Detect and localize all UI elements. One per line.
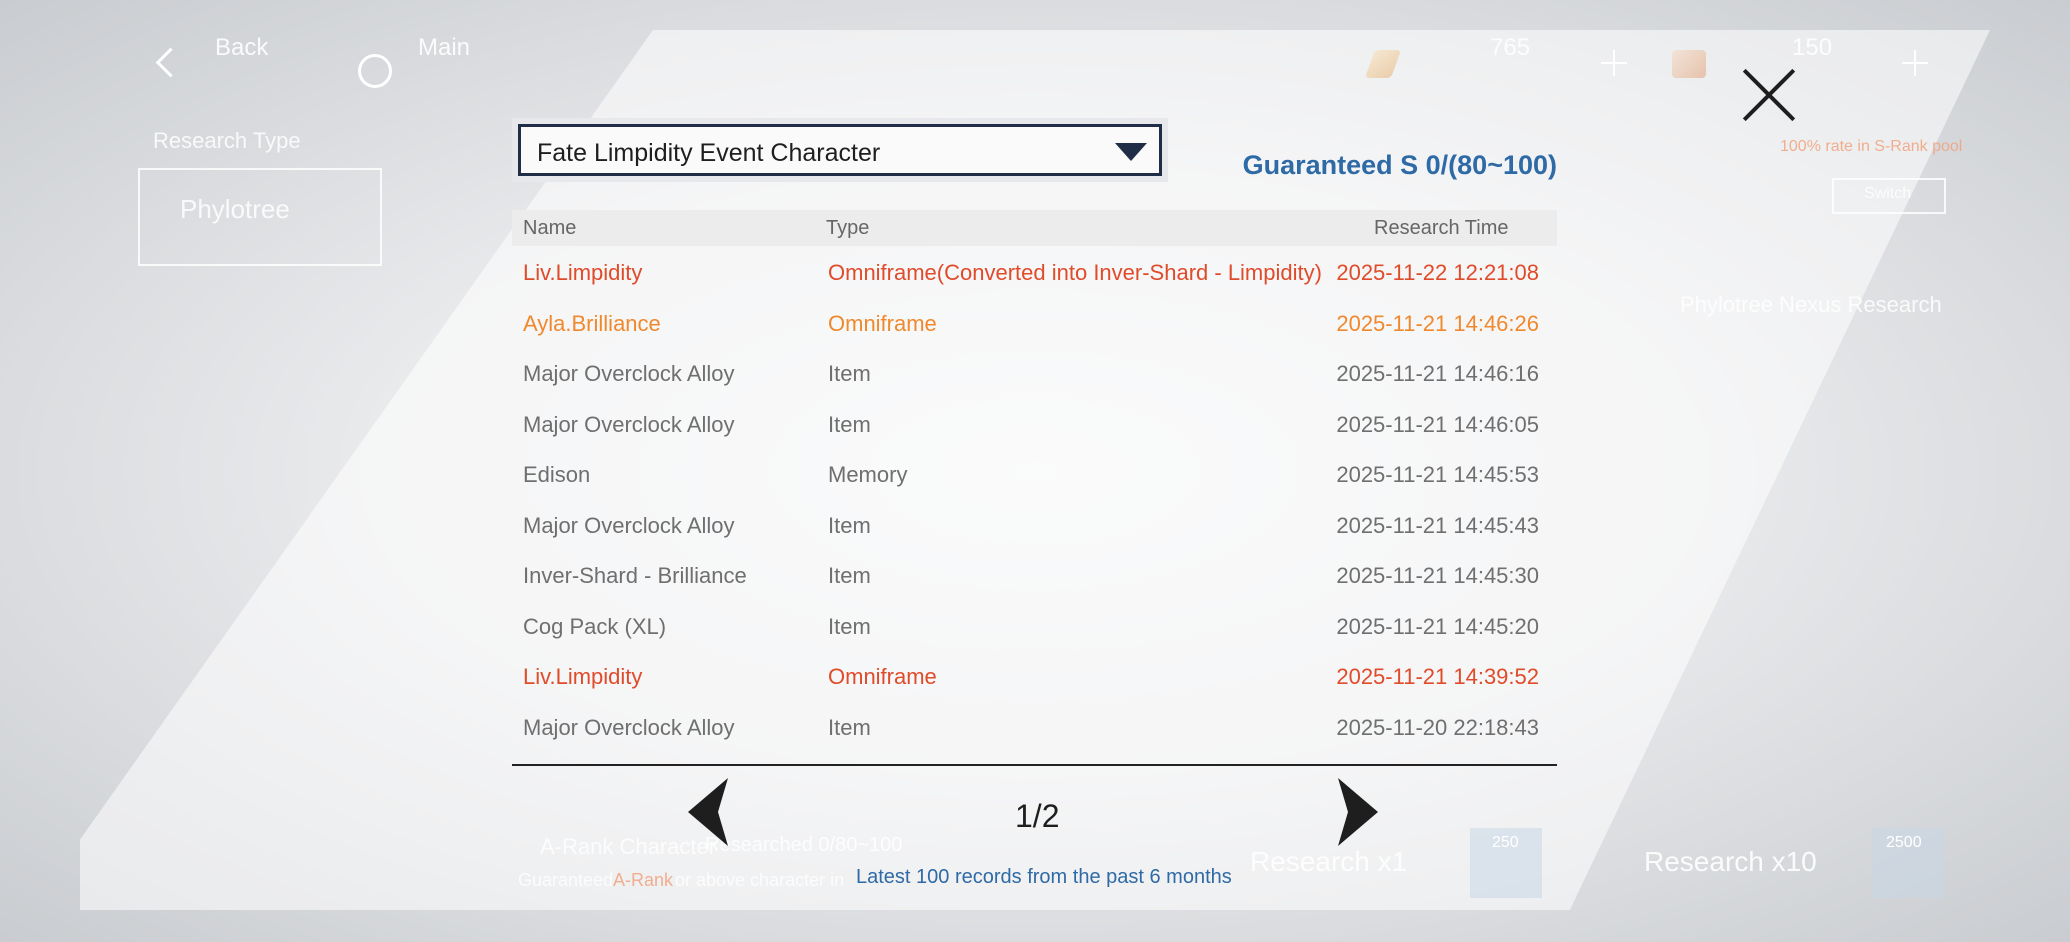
table-row: Major Overclock Alloy Item 2025-11-21 14:4… — [512, 499, 1557, 550]
record-type: Memory — [828, 462, 908, 487]
record-type: Item — [828, 613, 871, 639]
record-time: 2025-11-22 12:21:08 — [1336, 260, 1539, 285]
records-footnote: Latest 100 records from the past 6 month… — [856, 866, 1232, 888]
record-name: Cog Pack (XL) — [523, 613, 667, 639]
record-time: 2025-11-21 14:45:43 — [1336, 512, 1539, 538]
switch-label: Switch — [1864, 185, 1912, 202]
record-name: Inver-Shard - Brilliance — [523, 563, 747, 588]
table-row: Major Overclock Alloy Item 2025-11-21 14:4… — [512, 347, 1557, 398]
research-x1-button[interactable]: Research x1 — [1250, 846, 1407, 878]
table-row: Ayla.Brilliance Omniframe 2025-11-21 14:46… — [512, 297, 1557, 348]
record-name: Liv.Limpidity — [523, 664, 643, 689]
record-name: Edison — [523, 462, 591, 487]
ticket-icon — [1672, 50, 1706, 78]
column-header-name: Name — [523, 217, 577, 239]
record-time: 2025-11-21 14:45:30 — [1336, 563, 1539, 588]
close-icon[interactable] — [1740, 66, 1798, 124]
dropdown-arrow-icon — [1115, 143, 1147, 161]
currency-2-value: 150 — [1792, 34, 1833, 61]
guaranteed-suffix: or above character in — [675, 870, 845, 890]
pool-card[interactable]: Phylotree — [138, 168, 382, 266]
research-x10-cost-tile: 2500 — [1872, 828, 1944, 898]
record-type: Omniframe — [828, 664, 937, 689]
switch-button[interactable]: Switch — [1832, 178, 1946, 214]
researched-text: Researched 0/80~100 — [705, 834, 903, 856]
research-x10-button[interactable]: Research x10 — [1644, 846, 1817, 878]
page-indicator: 1/2 — [1015, 798, 1060, 834]
record-time: 2025-11-20 22:18:43 — [1336, 714, 1539, 740]
chevron-right-icon — [1338, 778, 1378, 846]
table-body: Liv.Limpidity Omniframe(Converted into In… — [512, 246, 1557, 751]
record-type: Omniframe(Converted into Inver-Shard - L… — [828, 260, 1322, 285]
record-name: Ayla.Brilliance — [523, 310, 661, 336]
record-type: Item — [828, 411, 871, 437]
record-name: Major Overclock Alloy — [523, 411, 735, 437]
main-ring-icon[interactable] — [358, 54, 392, 88]
table-row: Cog Pack (XL) Item 2025-11-21 14:45:20 — [512, 600, 1557, 651]
record-type: Item — [828, 563, 871, 588]
table-row: Edison Memory 2025-11-21 14:45:53 — [512, 448, 1557, 499]
plus-icon[interactable] — [1601, 50, 1627, 76]
record-type: Item — [828, 714, 871, 740]
record-time: 2025-11-21 14:45:53 — [1336, 462, 1539, 487]
record-type: Item — [828, 512, 871, 538]
pool-select-dropdown[interactable]: Fate Limpidity Event Character — [512, 118, 1168, 182]
main-button-label[interactable]: Main — [418, 34, 470, 62]
currency-1-value: 765 — [1490, 34, 1531, 61]
research-type-label: Research Type — [153, 128, 301, 153]
table-row: Liv.Limpidity Omniframe 2025-11-21 14:39:5… — [512, 650, 1557, 701]
back-button-label[interactable]: Back — [215, 34, 268, 62]
next-page-button[interactable] — [1334, 778, 1378, 846]
research-x10-cost: 2500 — [1886, 834, 1922, 851]
guaranteed-counter: Guaranteed S 0/(80~100) — [1242, 150, 1557, 180]
guaranteed-prefix: Guaranteed — [518, 870, 614, 890]
a-rank-word: A-Rank — [613, 870, 674, 890]
research-x1-cost-tile: 250 — [1470, 828, 1542, 898]
record-name: Liv.Limpidity — [523, 260, 643, 285]
prev-page-button[interactable] — [688, 778, 732, 846]
chevron-left-icon — [688, 778, 728, 846]
record-name: Major Overclock Alloy — [523, 512, 735, 538]
record-time: 2025-11-21 14:39:52 — [1336, 664, 1539, 689]
record-type: Omniframe — [828, 310, 937, 336]
pen-icon — [1364, 50, 1402, 78]
record-time: 2025-11-21 14:46:16 — [1336, 361, 1539, 386]
table-header: Name Type Research Time — [512, 210, 1557, 246]
record-type: Item — [828, 361, 871, 386]
table-row: Liv.Limpidity Omniframe(Converted into In… — [512, 246, 1557, 297]
research-x1-cost: 250 — [1492, 834, 1519, 851]
record-name: Major Overclock Alloy — [523, 714, 735, 740]
table-row: Major Overclock Alloy Item 2025-11-21 14:4… — [512, 398, 1557, 449]
pool-select-value: Fate Limpidity Event Character — [537, 139, 881, 167]
back-chevron-icon[interactable] — [155, 47, 186, 78]
rate-text: 100% rate in S-Rank pool — [1780, 138, 1963, 155]
table-row: Inver-Shard - Brilliance Item 2025-11-21 1… — [512, 549, 1557, 600]
plus-icon[interactable] — [1902, 50, 1928, 76]
record-time: 2025-11-21 14:46:26 — [1336, 310, 1539, 336]
table-row: Major Overclock Alloy Item 2025-11-20 22:1… — [512, 701, 1557, 752]
table-divider — [512, 764, 1557, 766]
nexus-label: Phylotree Nexus Research — [1680, 292, 1942, 317]
record-name: Major Overclock Alloy — [523, 361, 735, 386]
column-header-type: Type — [826, 217, 870, 239]
record-time: 2025-11-21 14:45:20 — [1336, 613, 1539, 639]
record-time: 2025-11-21 14:46:05 — [1336, 411, 1539, 437]
pool-name: Phylotree — [180, 194, 290, 224]
column-header-time: Research Time — [1374, 217, 1509, 239]
records-table: Name Type Research Time Liv.Limpidity Omn… — [512, 210, 1557, 751]
